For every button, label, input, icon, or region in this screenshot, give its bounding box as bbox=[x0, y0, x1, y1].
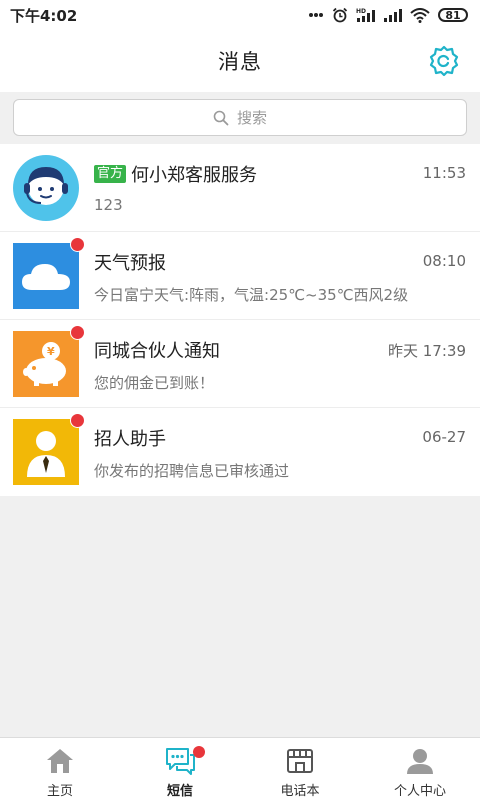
tab-label: 主页 bbox=[46, 784, 73, 799]
message-item-customer-service[interactable]: 官方 何小郑客服服务 11:53 123 bbox=[0, 144, 480, 232]
chat-icon bbox=[164, 745, 196, 777]
person-icon bbox=[404, 745, 436, 777]
message-time: 昨天 17:39 bbox=[388, 342, 466, 360]
unread-dot bbox=[70, 413, 85, 428]
message-preview: 123 bbox=[94, 196, 123, 214]
cloud-icon bbox=[22, 264, 70, 290]
message-title-row: 同城合伙人通知 bbox=[94, 337, 220, 363]
avatar: ¥ bbox=[13, 325, 85, 397]
tab-phonebook[interactable]: 电话本 bbox=[240, 738, 360, 800]
tab-home[interactable]: 主页 bbox=[0, 738, 120, 800]
tab-badge-dot bbox=[193, 746, 205, 758]
search-area: 搜索 bbox=[0, 92, 480, 144]
unread-dot bbox=[70, 237, 85, 252]
search-placeholder: 搜索 bbox=[236, 109, 267, 127]
message-preview: 您的佣金已到账！ bbox=[94, 374, 215, 392]
customer-service-icon bbox=[24, 167, 68, 205]
tab-messages[interactable]: 短信 bbox=[120, 738, 240, 800]
message-item-recruiter[interactable]: 招人助手 06-27 你发布的招聘信息已审核通过 bbox=[0, 408, 480, 496]
avatar bbox=[13, 155, 79, 221]
status-icons: HD 81 bbox=[308, 7, 468, 23]
message-item-partner[interactable]: ¥ 同城合伙人通知 昨天 17:39 您的佣金已到账！ bbox=[0, 320, 480, 408]
svg-text:¥: ¥ bbox=[47, 345, 55, 358]
recruiter-icon bbox=[27, 431, 65, 477]
avatar bbox=[13, 413, 85, 485]
tab-label: 短信 bbox=[166, 784, 193, 799]
settings-icon bbox=[429, 45, 459, 77]
status-time: 下午4:02 bbox=[10, 6, 78, 25]
tab-label: 电话本 bbox=[280, 784, 320, 799]
svg-text:HD: HD bbox=[356, 8, 366, 15]
search-icon bbox=[213, 110, 229, 125]
wifi-icon bbox=[410, 7, 430, 23]
message-title-row: 天气预报 bbox=[94, 249, 166, 275]
battery-icon: 81 bbox=[438, 8, 468, 22]
message-sender: 何小郑客服服务 bbox=[131, 165, 258, 186]
unread-dot bbox=[70, 325, 85, 340]
message-sender: 天气预报 bbox=[94, 253, 166, 274]
message-item-weather[interactable]: 天气预报 08:10 今日富宁天气:阵雨，气温:25℃~35℃西风2级 bbox=[0, 232, 480, 320]
official-badge: 官方 bbox=[94, 165, 127, 183]
piggy-bank-icon: ¥ bbox=[23, 342, 66, 386]
message-time: 11:53 bbox=[422, 164, 466, 182]
message-title-row: 官方 何小郑客服服务 bbox=[94, 161, 257, 187]
hd-signal-icon: HD bbox=[356, 7, 376, 23]
bottom-tab-bar: 主页 短信 电话本 个人中心 bbox=[0, 737, 480, 800]
message-sender: 招人助手 bbox=[94, 429, 166, 450]
message-time: 06-27 bbox=[422, 428, 466, 446]
header: 消息 bbox=[0, 30, 480, 92]
tab-label: 个人中心 bbox=[393, 784, 446, 799]
more-dots-icon bbox=[308, 12, 324, 18]
avatar bbox=[13, 237, 85, 309]
message-sender: 同城合伙人通知 bbox=[94, 341, 220, 362]
status-bar: 下午4:02 HD 81 bbox=[0, 0, 480, 30]
signal-icon bbox=[384, 8, 402, 22]
page-title: 消息 bbox=[218, 50, 262, 74]
alarm-icon bbox=[332, 7, 348, 23]
shop-icon bbox=[284, 745, 316, 777]
home-icon bbox=[44, 745, 76, 777]
message-preview: 今日富宁天气:阵雨，气温:25℃~35℃西风2级 bbox=[94, 286, 409, 304]
settings-button[interactable] bbox=[426, 43, 462, 79]
message-time: 08:10 bbox=[422, 252, 466, 270]
message-preview: 你发布的招聘信息已审核通过 bbox=[94, 462, 290, 480]
search-input[interactable]: 搜索 bbox=[13, 99, 467, 136]
message-list: 官方 何小郑客服服务 11:53 123 天气预报 08:10 今日富宁天气:阵… bbox=[0, 144, 480, 496]
tab-profile[interactable]: 个人中心 bbox=[360, 738, 480, 800]
message-title-row: 招人助手 bbox=[94, 425, 166, 451]
